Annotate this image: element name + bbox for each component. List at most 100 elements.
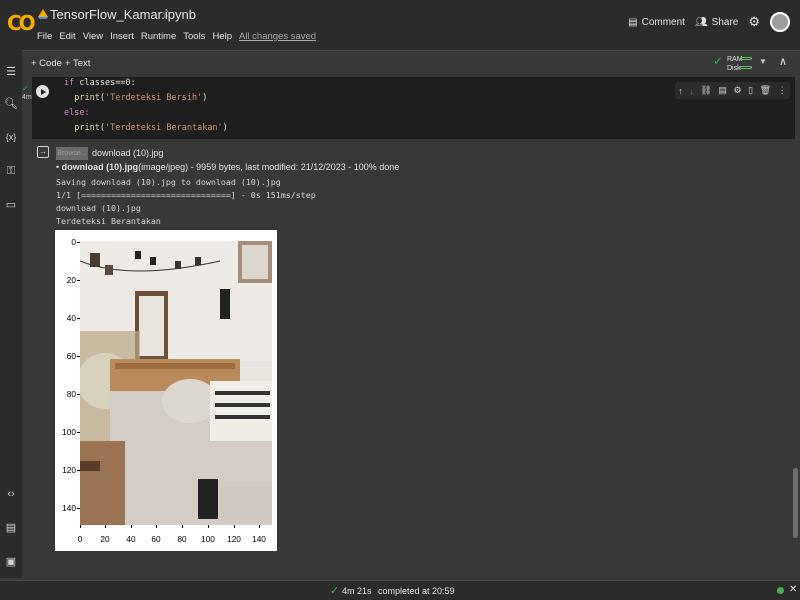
y-tick-mark (77, 280, 80, 281)
resource-bars (740, 57, 752, 75)
x-tick-label: 40 (126, 534, 136, 544)
menu-edit[interactable]: Edit (59, 31, 75, 42)
code-string: 'Terdeteksi Berantakan' (104, 123, 223, 133)
elapsed-time[interactable]: 4m 21s (342, 586, 372, 596)
close-icon[interactable]: ✕ (789, 584, 797, 595)
y-tick-label: 40 (66, 313, 76, 323)
y-tick-label: 80 (66, 389, 76, 399)
saving-line: Saving download (10).jpg to download (10… (56, 177, 281, 187)
browse-button[interactable]: Browse... (56, 147, 88, 160)
variables-icon[interactable]: {x} (4, 130, 18, 144)
x-tick-mark (234, 525, 235, 528)
y-tick-mark (77, 432, 80, 433)
x-tick-mark (80, 525, 81, 528)
y-tick-mark (77, 242, 80, 243)
comment-icon: ▤ (628, 16, 638, 28)
star-icon[interactable]: ☆ (161, 6, 173, 22)
move-up-icon[interactable]: ↑ (678, 86, 683, 96)
bedroom-image (80, 241, 272, 525)
add-code-button[interactable]: + Code (31, 58, 62, 69)
collapse-header-icon[interactable]: ∧ (779, 55, 787, 68)
left-sidebar: ☰ 🔍︎ {x} ⚿ ▭ ‹› ▤ ▣ (0, 50, 22, 578)
x-tick-mark (131, 525, 132, 528)
runtime-dropdown-icon[interactable]: ▼ (759, 57, 767, 66)
command-palette-icon[interactable]: ▤ (4, 521, 18, 535)
y-tick-label: 60 (66, 351, 76, 361)
x-tick-mark (208, 525, 209, 528)
drive-icon (38, 9, 48, 19)
y-tick-mark (77, 356, 80, 357)
x-tick-label: 100 (201, 534, 215, 544)
delete-icon[interactable]: 🗑︎ (760, 85, 771, 96)
x-tick-label: 80 (177, 534, 187, 544)
avatar[interactable] (770, 12, 790, 32)
menu-tools[interactable]: Tools (183, 31, 205, 42)
run-cell-button[interactable] (36, 85, 49, 98)
x-tick-label: 20 (100, 534, 110, 544)
save-status[interactable]: All changes saved (239, 31, 316, 42)
menu-file[interactable]: File (37, 31, 52, 42)
progress-line: 1/1 [==============================] - 0… (56, 190, 316, 200)
add-text-button[interactable]: + Text (65, 58, 90, 69)
x-tick-mark (156, 525, 157, 528)
comment-label: Comment (641, 16, 685, 28)
upload-file-name: download (10).jpg (61, 162, 139, 172)
mirror-cell-icon[interactable]: ▯ (748, 85, 753, 96)
top-bar: CO TensorFlow_Kamar.ipynb ☆ File Edit Vi… (0, 0, 800, 50)
selected-file-name: download (10).jpg (92, 148, 164, 158)
y-tick-mark (77, 394, 80, 395)
more-options-icon[interactable]: ⋮ (778, 85, 787, 96)
status-bar: ✓ 4m 21s completed at 20:59 ✕ (0, 580, 800, 600)
menu-help[interactable]: Help (212, 31, 232, 42)
y-tick-mark (77, 470, 80, 471)
code-editor[interactable]: if classes==0: print('Terdeteksi Bersih'… (64, 76, 228, 136)
code-keyword-else: else: (64, 108, 90, 118)
execution-status: ✓ 4m (22, 84, 32, 102)
comment-cell-icon[interactable]: ▤ (718, 85, 727, 96)
terminal-icon[interactable]: ▣ (4, 555, 18, 569)
runtime-status-dot (777, 587, 784, 594)
x-tick-mark (105, 525, 106, 528)
result-line: Terdeteksi Berantakan (56, 216, 161, 226)
y-tick-label: 100 (62, 427, 76, 437)
exec-ok-icon: ✓ (22, 84, 29, 93)
settings-gear-icon[interactable]: ⚙ (748, 14, 760, 30)
menu-insert[interactable]: Insert (110, 31, 134, 42)
y-tick-label: 20 (66, 275, 76, 285)
code-keyword: if (64, 78, 75, 88)
cell-settings-icon[interactable]: ⚙ (733, 85, 741, 96)
move-down-icon[interactable]: ↓ (689, 86, 694, 96)
menu-view[interactable]: View (83, 31, 103, 42)
link-icon[interactable]: ⛓ (700, 85, 711, 96)
x-tick-label: 0 (77, 534, 83, 544)
connected-check-icon: ✓ (713, 54, 724, 68)
exec-time: 4m (22, 94, 32, 101)
code-snippets-icon[interactable]: ‹› (4, 487, 18, 501)
output-actions-icon[interactable]: → (37, 146, 49, 158)
cell-toolbar: ↑ ↓ ⛓ ▤ ⚙ ▯ 🗑︎ ⋮ (675, 82, 790, 99)
search-icon[interactable]: 🔍︎ (4, 97, 18, 111)
menu-runtime[interactable]: Runtime (141, 31, 176, 42)
x-tick-label: 120 (227, 534, 241, 544)
share-button[interactable]: 👥︎ Share (695, 17, 738, 28)
upload-details: (image/jpeg) - 9959 bytes, last modified… (138, 162, 400, 172)
share-icon: 👥︎ (694, 16, 708, 28)
secrets-key-icon[interactable]: ⚿ (4, 164, 18, 178)
menu-bar: File Edit View Insert Runtime Tools Help… (37, 31, 316, 42)
y-tick-mark (77, 318, 80, 319)
comment-button[interactable]: ▤ Comment (628, 17, 685, 28)
x-tick-label: 140 (252, 534, 266, 544)
x-tick-label: 60 (151, 534, 161, 544)
code-function: print (74, 93, 100, 103)
scrollbar[interactable] (793, 468, 798, 538)
code-function: print (74, 123, 100, 133)
code-string: 'Terdeteksi Bersih' (104, 93, 203, 103)
y-tick-mark (77, 508, 80, 509)
bedroom-photo-drawing (80, 241, 272, 525)
x-tick-mark (182, 525, 183, 528)
colab-logo[interactable]: CO (7, 11, 36, 35)
table-of-contents-icon[interactable]: ☰ (4, 65, 18, 79)
x-tick-mark (259, 525, 260, 528)
notebook-title[interactable]: TensorFlow_Kamar.ipynb (50, 7, 196, 22)
files-folder-icon[interactable]: ▭ (4, 198, 18, 212)
